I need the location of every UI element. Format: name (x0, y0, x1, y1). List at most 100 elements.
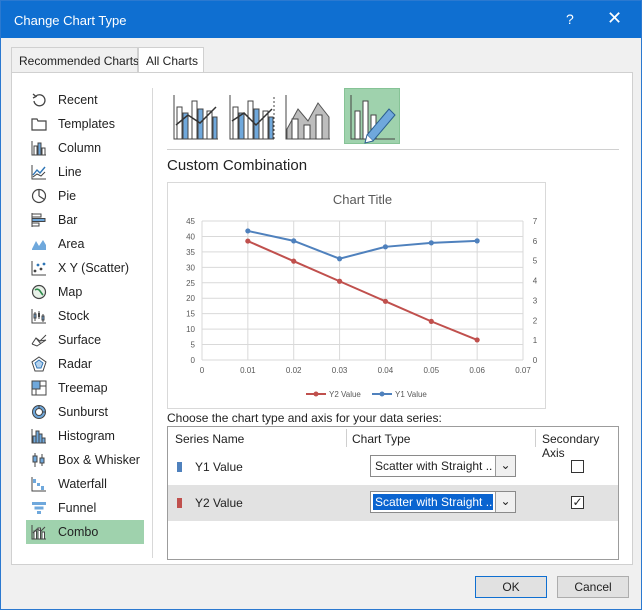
clustered-column-line-icon (173, 95, 218, 140)
secondary-axis-checkbox[interactable] (571, 460, 584, 473)
choose-series-label: Choose the chart type and axis for your … (167, 411, 442, 425)
data-point (291, 258, 297, 264)
sidebar-item-pie[interactable]: Pie (26, 184, 144, 208)
data-point (336, 256, 343, 262)
sidebar-item-label: Pie (58, 189, 77, 203)
sidebar-item-label: Recent (58, 93, 98, 107)
sidebar-item-label: Map (58, 285, 83, 299)
subtype-stacked-area-column[interactable] (279, 88, 335, 144)
sidebar-item-bar[interactable]: Bar (26, 208, 144, 232)
sidebar-item-area[interactable]: Area (26, 232, 144, 256)
subtype-clustered-column-line[interactable] (167, 88, 223, 144)
tab-all-charts[interactable]: All Charts (138, 47, 204, 74)
sidebar-item-label: Funnel (58, 501, 97, 515)
sidebar-item-label: Surface (58, 333, 102, 347)
sidebar-item-line[interactable]: Line (26, 160, 144, 184)
sidebar-item-surface[interactable]: Surface (26, 328, 144, 352)
sidebar-item-box-whisker[interactable]: Box & Whisker (26, 448, 144, 472)
preview-chart: Chart Title051015202530354045012345670 0.… (186, 192, 538, 399)
series-color-swatch (177, 498, 182, 508)
cancel-button[interactable]: Cancel (557, 576, 629, 598)
y-tick-label: 30 (186, 263, 195, 272)
sidebar-item-label: Column (58, 141, 102, 155)
sidebar-divider (152, 88, 153, 558)
y2-tick-label: 5 (533, 257, 538, 266)
sidebar-item-xy-scatter[interactable]: X Y (Scatter) (26, 256, 144, 280)
column-divider (346, 429, 347, 447)
waterfall-chart-icon (31, 477, 46, 492)
x-tick-label: 0 (200, 366, 205, 375)
sidebar-item-label: X Y (Scatter) (58, 261, 130, 275)
pie-chart-icon (31, 188, 47, 204)
section-title: Custom Combination (167, 157, 308, 174)
chart-type-value: Scatter with Straight ... (375, 459, 493, 473)
sidebar-item-label: Treemap (58, 381, 108, 395)
data-point (382, 298, 389, 304)
title-bar: Change Chart Type ? ✕ (1, 1, 641, 38)
chart-type-value: Scatter with Straight ... (373, 494, 493, 510)
sidebar-item-funnel[interactable]: Funnel (26, 496, 144, 520)
y-tick-label: 10 (186, 325, 195, 334)
sidebar-item-label: Line (58, 165, 82, 179)
sidebar-item-label: Radar (58, 357, 93, 371)
x-tick-label: 0.05 (423, 366, 439, 375)
secondary-axis-checkbox[interactable]: ✓ (571, 496, 584, 509)
all-charts-panel: Recent Templates Column Line Pie Bar Are… (11, 72, 633, 565)
recent-icon (32, 93, 46, 107)
legend-label: Y1 Value (395, 390, 427, 399)
stock-chart-icon (31, 309, 46, 324)
subtype-custom-combination[interactable] (344, 88, 400, 144)
chart-preview: Chart Title 0 5 10 15 20 25 30 35 40 45 0 1 2 3 4 5 6 7 0 0.… (167, 182, 546, 409)
x-tick-label: 0.07 (515, 366, 531, 375)
sidebar-item-label: Sunburst (58, 405, 109, 419)
sidebar-item-stock[interactable]: Stock (26, 304, 144, 328)
data-point (428, 240, 434, 246)
change-chart-type-dialog: Change Chart Type ? ✕ Recommended Charts… (0, 0, 642, 610)
column-chart-icon (31, 141, 46, 156)
chart-type-dropdown[interactable]: Scatter with Straight ... ⌄ (370, 455, 516, 477)
data-point (291, 238, 297, 244)
data-point (245, 228, 251, 234)
sidebar-item-radar[interactable]: Radar (26, 352, 144, 376)
chart-type-sidebar: Recent Templates Column Line Pie Bar Are… (26, 88, 144, 544)
subtype-clustered-column-line-secondary[interactable] (223, 88, 279, 144)
dialog-title: Change Chart Type (14, 13, 127, 28)
sunburst-chart-icon (32, 405, 46, 419)
legend-marker (313, 391, 319, 397)
sidebar-item-column[interactable]: Column (26, 136, 144, 160)
x-tick-label: 0.04 (378, 366, 394, 375)
close-button[interactable]: ✕ (607, 8, 622, 29)
map-chart-icon (31, 284, 47, 300)
y-tick-label: 25 (186, 279, 195, 288)
chevron-down-icon[interactable]: ⌄ (495, 492, 515, 512)
help-button[interactable]: ? (566, 11, 574, 27)
chart-title: Chart Title (333, 192, 392, 207)
series-row-y1[interactable]: Y1 Value Scatter with Straight ... ⌄ (168, 449, 618, 485)
sidebar-item-recent[interactable]: Recent (26, 88, 144, 112)
chart-type-dropdown[interactable]: Scatter with Straight ... ⌄ (370, 491, 516, 513)
legend-marker (379, 391, 385, 397)
chevron-down-icon[interactable]: ⌄ (495, 456, 515, 476)
y-tick-label: 0 (191, 356, 196, 365)
y-tick-label: 20 (186, 294, 195, 303)
radar-chart-icon (31, 356, 47, 372)
sidebar-item-templates[interactable]: Templates (26, 112, 144, 136)
sidebar-item-histogram[interactable]: Histogram (26, 424, 144, 448)
line-chart-icon (31, 165, 46, 180)
combo-chart-icon (31, 525, 46, 540)
sidebar-item-label: Templates (58, 117, 115, 131)
sidebar-item-treemap[interactable]: Treemap (26, 376, 144, 400)
sidebar-item-map[interactable]: Map (26, 280, 144, 304)
sidebar-item-label: Area (58, 237, 85, 251)
ok-button[interactable]: OK (475, 576, 547, 598)
sidebar-item-combo[interactable]: Combo (26, 520, 144, 544)
y2-tick-label: 1 (533, 336, 538, 345)
scatter-chart-icon (31, 261, 46, 276)
tab-recommended-charts[interactable]: Recommended Charts (11, 47, 139, 73)
sidebar-item-sunburst[interactable]: Sunburst (26, 400, 144, 424)
sidebar-item-waterfall[interactable]: Waterfall (26, 472, 144, 496)
stacked-area-column-icon (285, 95, 330, 140)
series-row-y2[interactable]: Y2 Value Scatter with Straight ... ⌄ ✓ (168, 485, 618, 521)
y2-tick-label: 6 (533, 237, 538, 246)
y2-tick-label: 0 (533, 356, 538, 365)
